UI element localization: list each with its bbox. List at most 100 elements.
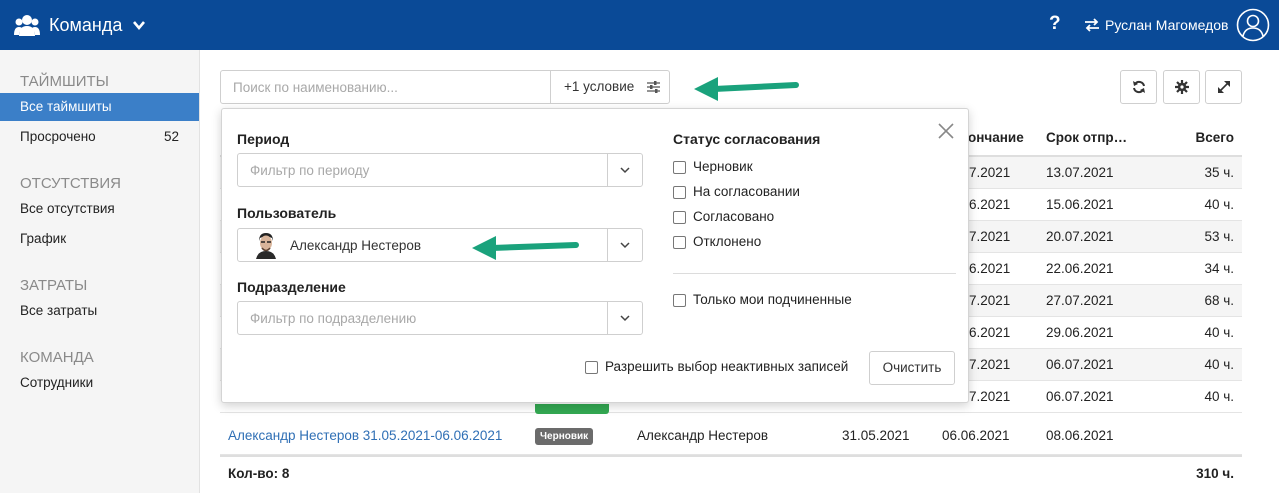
current-user-name[interactable]: Руслан Магомедов	[1105, 17, 1228, 33]
close-icon[interactable]	[938, 123, 954, 139]
cell-end: 06.06.2021	[942, 428, 1010, 443]
cell-total: 35 ч.	[1204, 165, 1234, 180]
sidebar-item-schedule[interactable]: График	[0, 225, 199, 253]
annotation-arrow-user	[472, 236, 579, 260]
user-avatar-icon[interactable]	[1236, 8, 1270, 42]
checkbox[interactable]	[585, 361, 598, 374]
status-label: Статус согласования	[673, 131, 821, 147]
period-placeholder: Фильтр по периоду	[250, 163, 370, 178]
chevron-down-icon	[620, 315, 630, 322]
refresh-button[interactable]	[1120, 70, 1157, 104]
user-photo	[254, 232, 278, 259]
cell-start: 31.05.2021	[842, 428, 910, 443]
cell-total: 40 ч.	[1204, 357, 1234, 372]
fullscreen-button[interactable]	[1205, 70, 1242, 104]
user-dropdown-button[interactable]	[607, 229, 642, 261]
sidebar-item-label: Все таймшиты	[20, 99, 112, 114]
department-dropdown-button[interactable]	[607, 302, 642, 334]
user-label: Пользователь	[237, 205, 337, 221]
conditions-label: +1 условие	[564, 79, 635, 94]
cell-deadline: 27.07.2021	[1046, 293, 1114, 308]
checkbox-label: Черновик	[693, 159, 753, 174]
checkbox[interactable]	[673, 186, 686, 199]
department-select[interactable]: Фильтр по подразделению	[237, 301, 643, 335]
sidebar-item-label: Все затраты	[20, 303, 98, 318]
sidebar-item-all-expenses[interactable]: Все затраты	[0, 297, 199, 325]
user-value: Александр Нестеров	[290, 238, 422, 253]
table-footer-total: 310 ч.	[1196, 466, 1234, 481]
cell-end: 6.2021	[969, 325, 1011, 340]
sidebar-item-label: Просрочено	[20, 129, 96, 144]
clear-button[interactable]: Очистить	[869, 351, 955, 385]
chevron-down-icon	[620, 167, 630, 174]
app-title[interactable]: Команда	[49, 15, 122, 36]
user-select[interactable]: Александр Нестеров	[237, 228, 643, 262]
sidebar-item-overdue[interactable]: Просрочено 52	[0, 123, 199, 151]
gear-icon	[1175, 80, 1189, 94]
checkbox-label: На согласовании	[693, 184, 800, 199]
cell-total: 40 ч.	[1204, 325, 1234, 340]
cell-total: 53 ч.	[1204, 229, 1234, 244]
top-bar: Команда ? Руслан Магомедов	[0, 0, 1279, 50]
chevron-down-icon	[620, 242, 630, 249]
cell-user: Александр Нестеров	[637, 428, 769, 443]
cell-deadline: 13.07.2021	[1046, 165, 1114, 180]
checkbox[interactable]	[673, 294, 686, 307]
checkbox-label: Согласовано	[693, 209, 775, 224]
sidebar-item-label: Сотрудники	[20, 375, 94, 390]
settings-button[interactable]	[1163, 70, 1200, 104]
conditions-button[interactable]: +1 условие	[550, 71, 670, 103]
filter-popover: Период Фильтр по периоду Пользователь Ал…	[221, 108, 969, 403]
cell-deadline: 15.06.2021	[1046, 197, 1114, 212]
sidebar-item-all-timesheets[interactable]: Все таймшиты	[0, 93, 199, 121]
department-placeholder: Фильтр по подразделению	[250, 311, 417, 326]
sidebar-section-expenses: ЗАТРАТЫ	[20, 277, 88, 294]
cell-end: 7.2021	[969, 293, 1011, 308]
cell-end: 6.2021	[969, 197, 1011, 212]
overdue-count: 52	[163, 129, 179, 144]
checkbox-label: Разрешить выбор неактивных записей	[605, 359, 849, 374]
cell-deadline: 29.06.2021	[1046, 325, 1114, 340]
team-icon	[14, 15, 40, 36]
sidebar-item-label: График	[20, 231, 67, 246]
department-label: Подразделение	[237, 279, 346, 295]
switch-user-icon[interactable]	[1084, 17, 1100, 33]
cell-total: 34 ч.	[1204, 261, 1234, 276]
help-icon[interactable]: ?	[1049, 13, 1061, 35]
cell-deadline: 08.06.2021	[1046, 428, 1114, 443]
cell-end: 6.2021	[969, 261, 1011, 276]
table-footer-divider	[220, 455, 1242, 457]
sidebar-section-absences: ОТСУТСТВИЯ	[20, 175, 121, 192]
cell-total: 40 ч.	[1204, 197, 1234, 212]
search-box: +1 условие	[220, 70, 670, 104]
period-dropdown-button[interactable]	[607, 154, 642, 186]
sidebar-item-employees[interactable]: Сотрудники	[0, 369, 199, 397]
column-header-deadline[interactable]: Срок отпр…	[1046, 130, 1127, 145]
cell-deadline: 22.06.2021	[1046, 261, 1114, 276]
checkbox[interactable]	[673, 161, 686, 174]
annotation-arrow-conditions	[694, 77, 799, 101]
table-row[interactable]: Александр Нестеров 31.05.2021-06.06.2021…	[220, 419, 1242, 455]
search-input[interactable]	[221, 71, 550, 103]
chevron-down-icon[interactable]	[132, 18, 146, 32]
sidebar-item-all-absences[interactable]: Все отсутствия	[0, 195, 199, 223]
column-header-end[interactable]: ончание	[968, 130, 1024, 145]
timesheet-link[interactable]: Александр Нестеров 31.05.2021-06.06.2021	[228, 428, 502, 443]
status-badge-approved	[535, 404, 609, 414]
period-label: Период	[237, 131, 290, 147]
column-header-total[interactable]: Всего	[1150, 130, 1234, 145]
checkbox-label: Только мои подчиненные	[693, 292, 852, 307]
cell-deadline: 20.07.2021	[1046, 229, 1114, 244]
period-select[interactable]: Фильтр по периоду	[237, 153, 643, 187]
sidebar-section-team: КОМАНДА	[20, 349, 94, 366]
checkbox[interactable]	[673, 236, 686, 249]
sliders-icon	[647, 81, 660, 93]
expand-icon	[1218, 81, 1230, 93]
sidebar-section-timesheets: ТАЙМШИТЫ	[20, 73, 109, 90]
sidebar-item-label: Все отсутствия	[20, 201, 115, 216]
table-footer-count: Кол-во: 8	[228, 466, 290, 481]
checkbox[interactable]	[673, 211, 686, 224]
cell-end: 7.2021	[969, 165, 1011, 180]
sidebar: ТАЙМШИТЫ Все таймшиты Просрочено 52 ОТСУ…	[0, 50, 200, 493]
cell-deadline: 06.07.2021	[1046, 357, 1114, 372]
